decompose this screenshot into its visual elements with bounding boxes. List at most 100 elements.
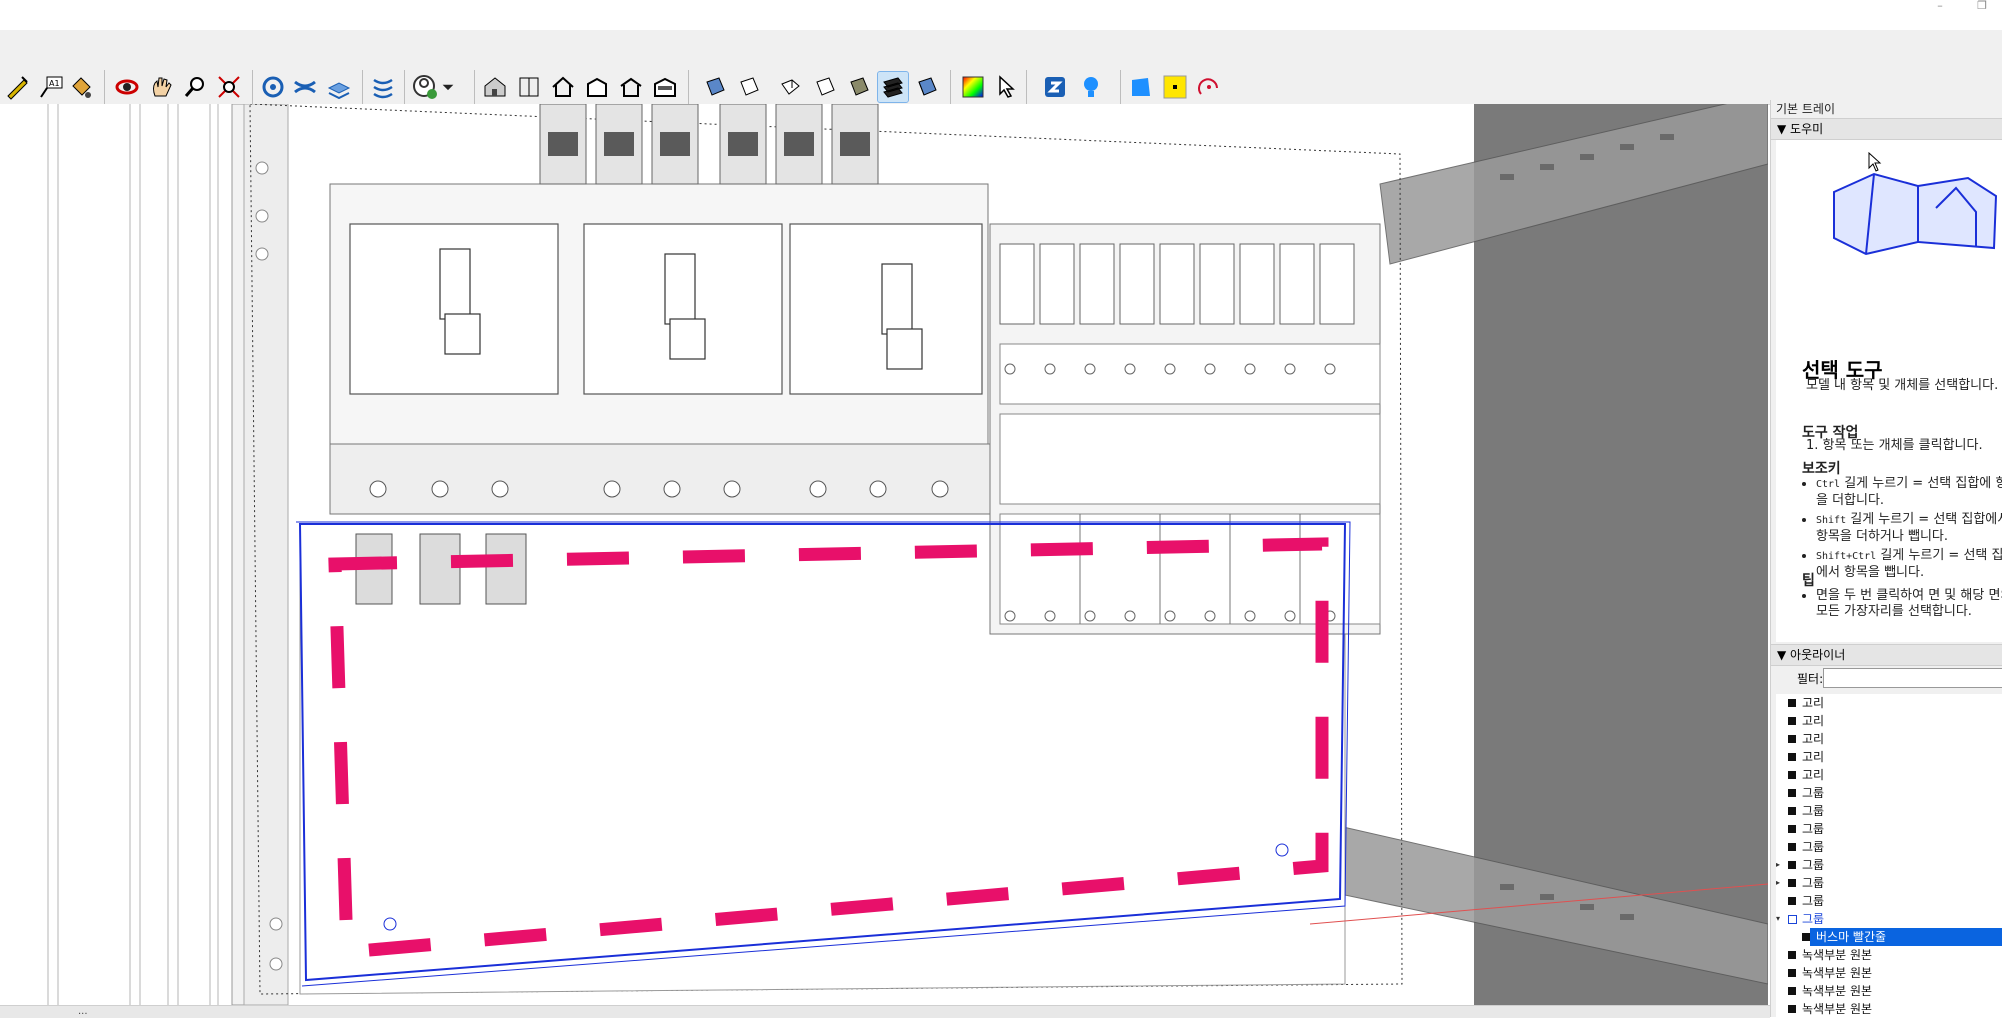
group-icon — [1788, 717, 1796, 725]
outliner-item[interactable]: 고리 — [1776, 766, 2002, 784]
group-icon — [1788, 1005, 1796, 1013]
sketchup-extension-icon[interactable] — [1040, 72, 1070, 102]
group-icon — [1788, 735, 1796, 743]
outliner-item-label: 고리 — [1802, 714, 1825, 728]
tips-list: 면을 두 번 클릭하여 면 및 해당 면의 모든 가장자리를 선택합니다. — [1798, 588, 2002, 623]
tray-title: 기본 트레이 — [1776, 102, 1836, 116]
outliner-item[interactable]: 고리 — [1776, 694, 2002, 712]
model-viewport[interactable] — [0, 104, 1768, 1005]
svg-text:A1: A1 — [49, 79, 60, 88]
blue-face-icon[interactable] — [1126, 72, 1156, 102]
walk-icon[interactable] — [290, 72, 320, 102]
default-tray: 기본 트레이 ▼ 도우미 선택 도구 모델 내 항목 및 개체를 선택합니다. … — [1770, 100, 2002, 1017]
text-tool-icon[interactable]: A1 — [36, 72, 66, 102]
title-bar: – ❐ — [0, 0, 2002, 30]
model-canvas[interactable] — [0, 104, 1768, 1005]
outliner-header[interactable]: ▼ 아웃라이너 — [1771, 644, 2002, 666]
instructor-body: 선택 도구 모델 내 항목 및 개체를 선택합니다. 도구 작업 1. 항목 또… — [1776, 140, 2002, 642]
expand-toggle-icon[interactable]: ▾ — [1776, 910, 1786, 928]
cube-style-icon[interactable] — [912, 72, 942, 102]
outliner-item[interactable]: 그룹 — [1776, 784, 2002, 802]
outliner-item[interactable]: ▸ 그룹 — [1776, 874, 2002, 892]
position-camera-icon[interactable] — [258, 72, 288, 102]
pan-icon[interactable] — [146, 72, 176, 102]
group-icon — [1788, 915, 1797, 924]
outliner-item-label: 그룹 — [1802, 876, 1825, 890]
measure-tool-icon[interactable] — [2, 72, 32, 102]
wireframe-style-icon[interactable] — [734, 72, 764, 102]
arc-tool-icon[interactable] — [1194, 72, 1224, 102]
outliner-item[interactable]: 그룹 — [1776, 802, 2002, 820]
group-icon — [1788, 753, 1796, 761]
top-view-icon[interactable] — [514, 72, 544, 102]
zoom-icon[interactable] — [180, 72, 210, 102]
back-view-icon[interactable] — [616, 72, 646, 102]
filter-input[interactable] — [1823, 668, 2002, 688]
group-icon — [1788, 987, 1796, 995]
restore-button[interactable]: ❐ — [1962, 0, 2002, 14]
outliner-item[interactable]: 녹색부분 원본 — [1776, 946, 2002, 964]
lightbulb-icon[interactable] — [1076, 72, 1106, 102]
monochrome-style-icon[interactable] — [877, 71, 909, 103]
group-icon — [1802, 933, 1810, 941]
mouse-cursor-icon — [1868, 152, 1882, 172]
look-around-icon[interactable] — [324, 72, 354, 102]
outliner-item-label: 고리 — [1802, 768, 1825, 782]
house-illustration — [1833, 172, 1998, 256]
expand-toggle-icon[interactable]: ▸ — [1776, 874, 1786, 892]
outliner-item-label: 녹색부분 원본 — [1802, 948, 1873, 962]
group-icon — [1788, 807, 1796, 815]
outliner-item-label: 녹색부분 원본 — [1802, 1002, 1873, 1016]
modifier-item: Shift+Ctrl 길게 누르기 = 선택 집합에서 항목을 뺍니다. — [1816, 548, 2002, 581]
outliner-item[interactable]: 녹색부분 원본 — [1776, 1000, 2002, 1017]
minimize-button[interactable]: – — [1920, 0, 1960, 14]
yellow-square-icon[interactable] — [1160, 72, 1190, 102]
outliner-item[interactable]: 고리 — [1776, 748, 2002, 766]
outliner-item[interactable]: 버스마 빨간줄 — [1776, 928, 2002, 946]
outliner-item[interactable]: 그룹 — [1776, 820, 2002, 838]
status-bar: ... — [0, 1005, 1770, 1018]
outliner-item[interactable]: 고리 — [1776, 712, 2002, 730]
shaded-textures-style-icon[interactable] — [844, 72, 874, 102]
hidden-line-style-icon[interactable] — [776, 72, 806, 102]
group-icon — [1788, 969, 1796, 977]
outliner-item[interactable]: ▾ 그룹 — [1776, 910, 2002, 928]
section-plane-icon[interactable] — [368, 72, 398, 102]
zoom-extents-icon[interactable] — [214, 72, 244, 102]
right-view-icon[interactable] — [582, 72, 612, 102]
color-swatch-icon[interactable] — [958, 72, 988, 102]
outliner-item-label: 고리 — [1802, 732, 1825, 746]
group-icon — [1788, 825, 1796, 833]
tips-title: 팁 — [1802, 573, 1815, 589]
xray-style-icon[interactable] — [700, 72, 730, 102]
outliner-item[interactable]: 녹색부분 원본 — [1776, 964, 2002, 982]
group-icon — [1788, 789, 1796, 797]
outliner-item-label: 그룹 — [1802, 786, 1825, 800]
outliner-item[interactable]: 그룹 — [1776, 892, 2002, 910]
shaded-style-icon[interactable] — [810, 72, 840, 102]
outliner-item-label: 그룹 — [1802, 822, 1825, 836]
outliner-item[interactable]: 고리 — [1776, 730, 2002, 748]
tool-operation-item: 1. 항목 또는 개체를 클릭합니다. — [1806, 438, 1983, 453]
outliner-item[interactable]: 그룹 — [1776, 838, 2002, 856]
orbit-icon[interactable] — [112, 72, 142, 102]
paint-bucket-icon[interactable] — [66, 72, 96, 102]
outliner-item[interactable]: 녹색부분 원본 — [1776, 982, 2002, 1000]
outliner-item-label: 녹색부분 원본 — [1802, 966, 1873, 980]
iso-view-icon[interactable] — [480, 72, 510, 102]
chevron-down-icon[interactable] — [438, 72, 458, 102]
left-view-icon[interactable] — [650, 72, 680, 102]
outliner-item-label: 고리 — [1802, 750, 1825, 764]
expand-toggle-icon[interactable]: ▸ — [1776, 856, 1786, 874]
outliner-item-label: 그룹 — [1802, 804, 1825, 818]
filter-label: 필터: — [1797, 672, 1824, 686]
group-icon — [1788, 699, 1796, 707]
user-account-icon[interactable] — [410, 72, 440, 102]
outliner-item-label: 그룹 — [1802, 858, 1825, 872]
modifier-item: Shift 길게 누르기 = 선택 집합에서 항목을 더하거나 뺍니다. — [1816, 512, 2002, 545]
front-view-icon[interactable] — [548, 72, 578, 102]
instructor-header[interactable]: ▼ 도우미 — [1771, 118, 2002, 140]
outliner-item[interactable]: ▸ 그룹 — [1776, 856, 2002, 874]
outliner-tree[interactable]: 고리 고리 고리 고리 고리 그룹 그룹 그룹 그룹 ▸ 그룹 ▸ 그룹 그룹 ▾ 그룹 버스마 빨간줄 녹색부분… — [1776, 694, 2002, 1017]
select-tool-icon[interactable] — [992, 72, 1022, 102]
